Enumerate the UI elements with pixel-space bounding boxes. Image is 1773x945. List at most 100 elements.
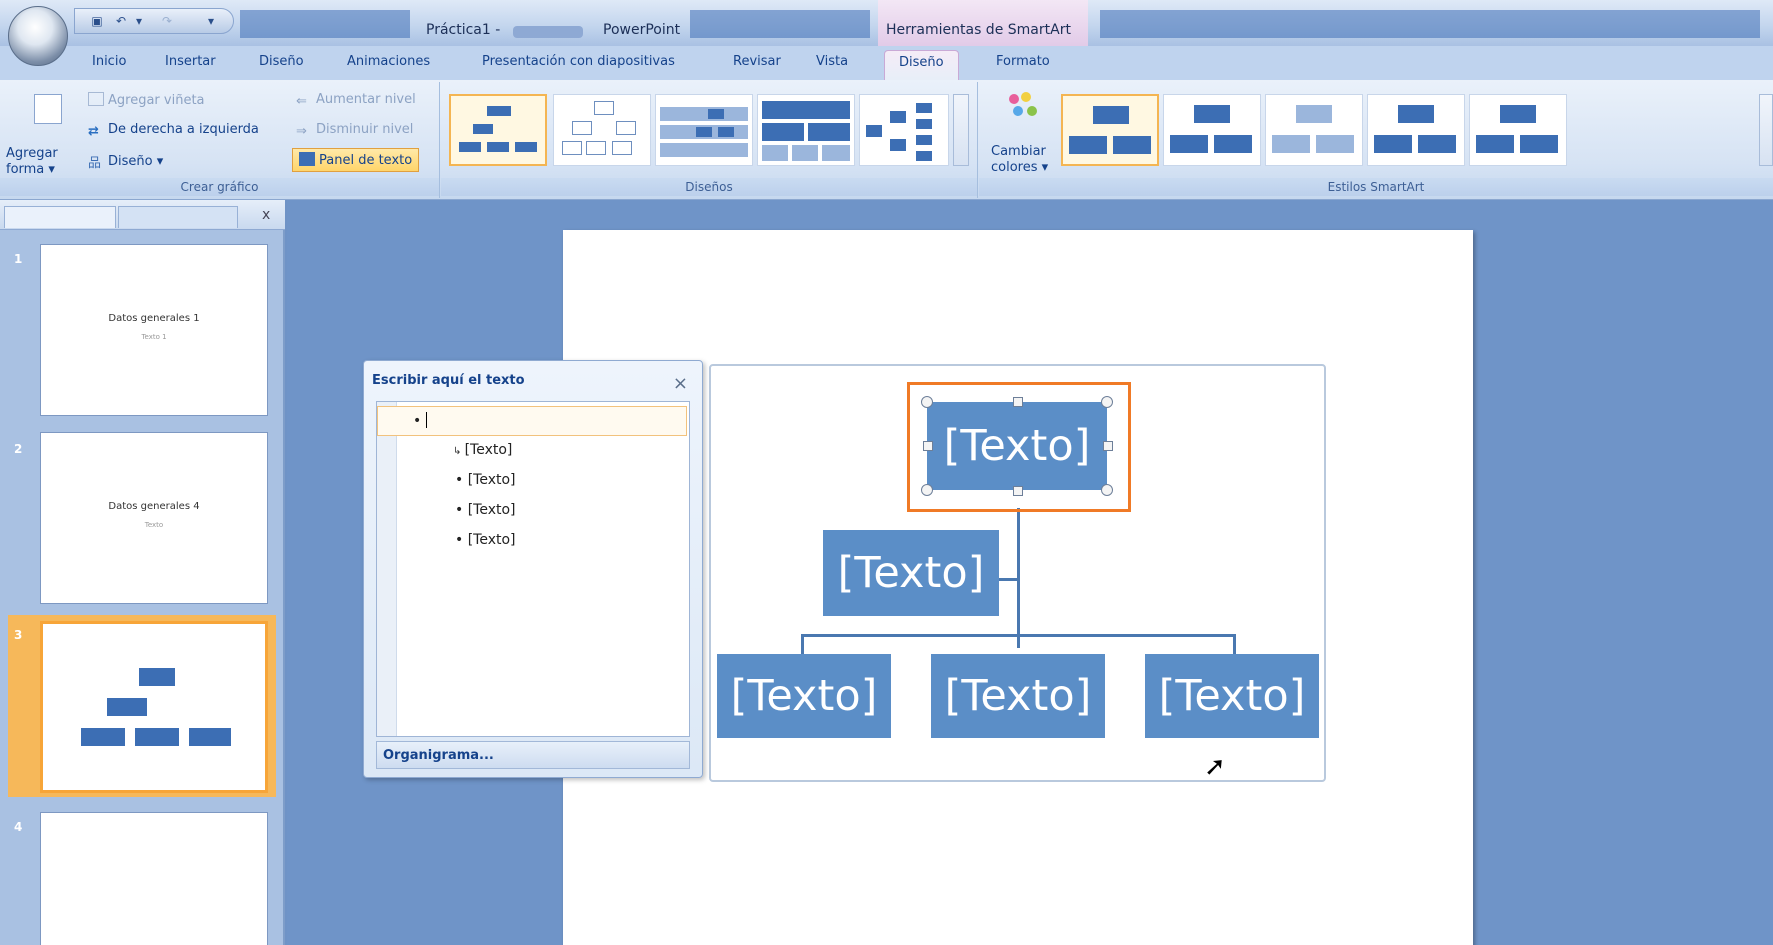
thumb-shape: [1520, 135, 1558, 153]
aumentar-nivel-button[interactable]: ⇐ Aumentar nivel: [296, 92, 416, 109]
thumb-shape: [660, 107, 748, 121]
style-simple[interactable]: [1061, 94, 1159, 166]
undo-icon[interactable]: ↶: [113, 14, 129, 28]
title-bar-band: [690, 10, 870, 38]
close-icon[interactable]: ×: [673, 373, 688, 394]
smartart-top-shape[interactable]: [Texto]: [927, 402, 1107, 490]
customize-qat-icon[interactable]: ▾: [203, 14, 219, 28]
slide-number: 2: [14, 442, 23, 456]
cambiar-colores-label-2: colores ▾: [991, 160, 1049, 175]
office-button[interactable]: [8, 6, 68, 66]
thumb-shape: [890, 111, 906, 123]
thumb-shape: [762, 145, 788, 161]
slide-number: 3: [14, 628, 23, 642]
text-pane-item[interactable]: • [Texto]: [455, 532, 516, 548]
tab-smartart-diseno[interactable]: Diseño: [884, 50, 959, 81]
smartart-assistant-shape[interactable]: [Texto]: [823, 530, 999, 616]
layout-jerarquia[interactable]: [553, 94, 651, 166]
text-pane-item[interactable]: • [Texto]: [455, 502, 516, 518]
thumb-shape: [1170, 135, 1208, 153]
close-panel-icon[interactable]: x: [262, 207, 270, 223]
agregar-vineta-button[interactable]: Agregar viñeta: [88, 92, 205, 108]
thumb-shape: [1194, 105, 1230, 123]
smartart-child-shape[interactable]: [Texto]: [931, 654, 1105, 738]
text-pane-editor[interactable]: • ↳ [Texto] • [Texto] • [Texto] • [Texto…: [376, 401, 690, 737]
layout-jerarquia-tabla[interactable]: [757, 94, 855, 166]
smartart-child-shape[interactable]: [Texto]: [1145, 654, 1319, 738]
layout-organigrama[interactable]: [449, 94, 547, 166]
thumb-shape: [916, 135, 932, 145]
styles-scroll[interactable]: [1759, 94, 1773, 166]
slide-thumb-3[interactable]: [40, 621, 268, 793]
thumb-shape: [586, 141, 606, 155]
text-pane-item[interactable]: ↳ [Texto]: [453, 442, 512, 458]
connector-line: [801, 634, 804, 654]
contextual-tab-header: Herramientas de SmartArt: [878, 0, 1088, 46]
tab-revisar[interactable]: Revisar: [733, 54, 781, 69]
diseno-dropdown-button[interactable]: 品 Diseño ▾: [88, 152, 163, 171]
organigrama-link[interactable]: Organigrama...: [383, 748, 494, 763]
panel-texto-label: Panel de texto: [319, 153, 413, 168]
tab-esquema[interactable]: [118, 206, 238, 228]
connector-line: [801, 634, 1235, 637]
thumb-shape: [1500, 105, 1536, 123]
tab-animaciones[interactable]: Animaciones: [347, 54, 430, 69]
tab-presentacion[interactable]: Presentación con diapositivas: [482, 54, 675, 69]
agregar-vineta-label: Agregar viñeta: [108, 93, 205, 108]
undo-dropdown-icon[interactable]: ▾: [131, 14, 147, 28]
disminuir-nivel-button[interactable]: ⇒ Disminuir nivel: [296, 122, 414, 139]
resize-handle[interactable]: [1101, 484, 1113, 496]
resize-handle[interactable]: [921, 484, 933, 496]
redo-icon[interactable]: ↷: [159, 14, 175, 28]
smartart-text-pane: Escribir aquí el texto × • ↳ [Texto] • […: [363, 360, 703, 778]
derecha-izquierda-button[interactable]: ⇄ De derecha a izquierda: [88, 122, 259, 139]
tab-diseno[interactable]: Diseño: [259, 54, 304, 69]
layout-jerarquia-etiquetada[interactable]: [655, 94, 753, 166]
text-pane-item[interactable]: • [Texto]: [455, 472, 516, 488]
agregar-forma-button[interactable]: Agregar forma ▾: [6, 90, 76, 177]
tab-formato[interactable]: Formato: [996, 54, 1050, 69]
text-pane-footer[interactable]: Organigrama...: [376, 741, 690, 769]
group-label-disenos: Diseños: [441, 178, 977, 196]
tab-inicio[interactable]: Inicio: [92, 54, 126, 69]
cambiar-colores-button[interactable]: Cambiar colores ▾: [985, 90, 1055, 178]
tab-diapositivas[interactable]: [4, 206, 116, 228]
slide-number: 1: [14, 252, 23, 266]
layout-jerarquia-horizontal[interactable]: [859, 94, 949, 166]
resize-handle[interactable]: [1101, 396, 1113, 408]
style-light[interactable]: [1265, 94, 1363, 166]
slides-panel: x 1 Datos generales 1 Texto 1 2 Datos ge…: [0, 200, 285, 945]
resize-handle[interactable]: [923, 441, 933, 451]
thumb-shape: [660, 143, 748, 157]
slide-thumb-4[interactable]: [40, 812, 268, 945]
slide-thumb-2[interactable]: Datos generales 4 Texto: [40, 432, 268, 604]
resize-handle[interactable]: [1103, 441, 1113, 451]
slide-thumb-1[interactable]: Datos generales 1 Texto 1: [40, 244, 268, 416]
demote-icon: ⇒: [296, 124, 307, 139]
save-icon[interactable]: ▣: [89, 14, 105, 28]
title-bar-band: [1100, 10, 1760, 38]
style-white-outline[interactable]: [1163, 94, 1261, 166]
layouts-scroll[interactable]: [953, 94, 969, 166]
tab-insertar[interactable]: Insertar: [165, 54, 216, 69]
resize-handle[interactable]: [1013, 397, 1023, 407]
group-disenos: Diseños: [441, 82, 978, 198]
thumb-shape: [916, 151, 932, 161]
thumb-shape: [822, 145, 850, 161]
resize-handle[interactable]: [1013, 486, 1023, 496]
thumb-shape: [1374, 135, 1412, 153]
tab-vista[interactable]: Vista: [816, 54, 848, 69]
thumb-shape: [762, 101, 850, 119]
thumb-shape: [459, 142, 481, 152]
resize-handle[interactable]: [921, 396, 933, 408]
agregar-forma-label-2: forma ▾: [6, 162, 55, 177]
smartart-frame[interactable]: [Texto] [Texto] [Texto] [Texto] [Texto]: [709, 364, 1326, 782]
smartart-child-shape[interactable]: [Texto]: [717, 654, 891, 738]
thumb-shape: [1316, 135, 1354, 153]
disminuir-nivel-label: Disminuir nivel: [316, 122, 414, 137]
text-pane-item[interactable]: •: [413, 412, 427, 429]
panel-texto-button[interactable]: Panel de texto: [292, 148, 420, 172]
style-intense[interactable]: [1469, 94, 1567, 166]
assistant-arrow-icon: ↳: [453, 446, 465, 457]
style-moderate[interactable]: [1367, 94, 1465, 166]
